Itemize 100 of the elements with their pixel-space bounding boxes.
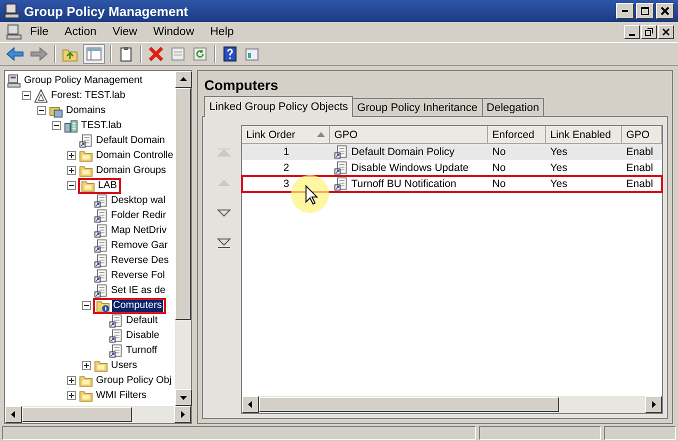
document-link-icon xyxy=(109,328,123,342)
tab[interactable]: Delegation xyxy=(482,98,544,116)
document-link-icon xyxy=(109,314,123,328)
tree-item[interactable]: Reverse Des xyxy=(110,254,170,267)
tree-item[interactable]: Turnoff xyxy=(125,344,158,357)
restore-button[interactable] xyxy=(641,25,657,39)
tree-item[interactable]: Computers xyxy=(112,299,163,312)
tree-item[interactable]: Remove Gar xyxy=(110,239,169,252)
scroll-up-icon[interactable] xyxy=(175,71,192,88)
window-title: Group Policy Management xyxy=(24,4,189,18)
highlighted-row[interactable]: 3 Turnoff BU Notification No Yes Enabl xyxy=(242,176,662,192)
close-button[interactable] xyxy=(658,25,674,39)
column-header[interactable]: Link Order xyxy=(242,126,330,143)
scroll-right-icon[interactable] xyxy=(645,396,662,413)
tree-item[interactable]: Domain Controlle xyxy=(95,149,174,162)
collapse-icon[interactable] xyxy=(22,91,31,100)
scrollbar[interactable] xyxy=(175,71,192,406)
folder-icon xyxy=(79,164,93,178)
table-cell: Yes xyxy=(550,162,568,174)
table-cell: Turnoff BU Notification xyxy=(351,178,456,190)
buildings-icon xyxy=(64,118,78,132)
maximize-button[interactable] xyxy=(636,3,654,19)
expand-icon[interactable] xyxy=(67,151,76,160)
table-row[interactable]: 2 Disable Windows Update No Yes Enabl xyxy=(242,160,662,176)
move-down-icon[interactable] xyxy=(216,207,232,219)
document-link-icon xyxy=(94,268,108,282)
tree-item[interactable]: Folder Redir xyxy=(110,209,168,222)
column-header[interactable]: Enforced xyxy=(488,126,546,143)
menu-item[interactable]: Window xyxy=(145,26,202,38)
scroll-thumb[interactable] xyxy=(22,407,132,422)
forward-icon[interactable] xyxy=(30,46,48,62)
menu-item[interactable]: Help xyxy=(202,26,242,38)
tree-item[interactable]: Domain Groups xyxy=(95,164,168,177)
tree-item[interactable]: Disable xyxy=(125,329,160,342)
scrollbar[interactable] xyxy=(5,406,192,423)
scroll-left-icon[interactable] xyxy=(242,396,260,413)
table-cell: Enabl xyxy=(626,146,654,158)
column-header[interactable]: GPO xyxy=(330,126,488,143)
tree-item[interactable]: Domains xyxy=(65,104,106,117)
tab[interactable]: Group Policy Inheritance xyxy=(352,98,483,116)
help-icon[interactable] xyxy=(222,46,238,62)
console-icon[interactable] xyxy=(6,24,22,40)
tree-item[interactable]: TEST.lab xyxy=(80,119,123,132)
table-cell: Yes xyxy=(550,146,568,158)
document-link-icon xyxy=(334,177,348,191)
tree-item[interactable]: LAB xyxy=(97,179,118,192)
tree-item[interactable]: Group Policy Obj xyxy=(95,374,173,387)
tree-item[interactable]: Desktop wal xyxy=(110,194,166,207)
scroll-right-icon[interactable] xyxy=(174,406,192,423)
close-icon xyxy=(660,6,670,16)
scroll-down-icon[interactable] xyxy=(175,389,192,406)
clipboard-icon[interactable] xyxy=(118,46,134,62)
close-button[interactable] xyxy=(656,3,674,19)
tree-item[interactable]: Group Policy Management xyxy=(23,74,144,87)
tree-item[interactable]: Reverse Fol xyxy=(110,269,166,282)
collapse-icon[interactable] xyxy=(67,181,76,190)
table-row[interactable]: 1 Default Domain Policy No Yes Enabl xyxy=(242,144,662,160)
column-header[interactable]: Link Enabled xyxy=(546,126,622,143)
tree-item[interactable]: Map NetDriv xyxy=(110,224,168,237)
minimize-button[interactable] xyxy=(616,3,634,19)
refresh-icon[interactable] xyxy=(192,46,208,62)
document-link-icon xyxy=(94,238,108,252)
tree-item[interactable]: Forest: TEST.lab xyxy=(50,89,126,102)
properties-icon[interactable] xyxy=(170,46,186,62)
menu-item[interactable]: View xyxy=(104,26,146,38)
menu-item[interactable]: Action xyxy=(56,26,104,38)
column-header[interactable]: GPO xyxy=(622,126,662,143)
menu-item[interactable]: File xyxy=(22,26,57,38)
delete-icon[interactable] xyxy=(148,46,164,62)
tree-item[interactable]: Set IE as de xyxy=(110,284,166,297)
document-link-icon xyxy=(334,145,348,159)
tab[interactable]: Linked Group Policy Objects xyxy=(204,96,354,117)
folder-icon xyxy=(79,148,93,162)
expand-icon[interactable] xyxy=(67,166,76,175)
minimize-button[interactable] xyxy=(624,25,640,39)
tree-item[interactable]: Default Domain xyxy=(95,134,166,147)
expand-icon[interactable] xyxy=(67,376,76,385)
collapse-icon[interactable] xyxy=(52,121,61,130)
close-icon xyxy=(662,28,670,36)
console-icon xyxy=(7,74,21,88)
table-cell: No xyxy=(492,178,506,190)
pane-icon[interactable] xyxy=(84,45,104,63)
tree-item[interactable]: Default xyxy=(125,314,159,327)
folder-icon xyxy=(79,388,93,402)
expand-icon[interactable] xyxy=(67,391,76,400)
collapse-icon[interactable] xyxy=(82,301,91,310)
tree-item[interactable]: WMI Filters xyxy=(95,389,148,402)
scroll-thumb[interactable] xyxy=(259,397,560,412)
folder-icon xyxy=(79,374,93,388)
document-link-icon xyxy=(79,134,93,148)
tree-item[interactable]: Users xyxy=(110,359,138,372)
move-bottom-icon[interactable] xyxy=(216,237,232,249)
table-cell: Enabl xyxy=(626,178,654,190)
collapse-icon[interactable] xyxy=(37,106,46,115)
scroll-thumb[interactable] xyxy=(175,88,192,320)
panel-icon[interactable] xyxy=(244,46,260,62)
scroll-left-icon[interactable] xyxy=(5,406,22,423)
back-icon[interactable] xyxy=(6,46,24,62)
expand-icon[interactable] xyxy=(82,361,91,370)
document-link-icon xyxy=(94,208,108,222)
